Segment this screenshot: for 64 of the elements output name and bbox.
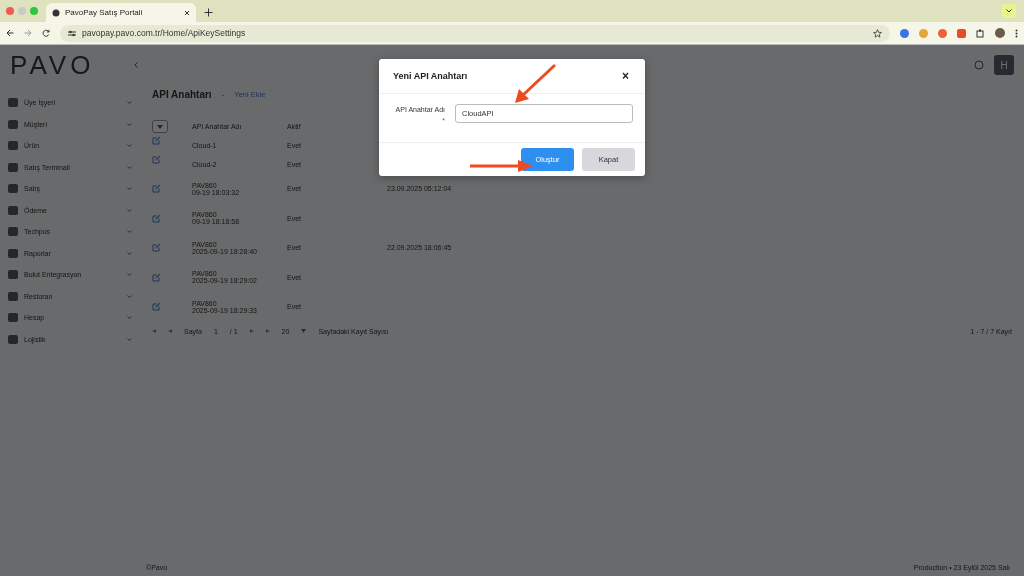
reload-icon[interactable] [42, 29, 50, 37]
user-avatar[interactable]: H [994, 55, 1014, 75]
edit-icon[interactable] [152, 184, 161, 194]
chevron-down-icon [127, 122, 132, 126]
edit-icon[interactable] [152, 272, 161, 282]
chevron-down-icon [127, 273, 132, 277]
edit-icon[interactable] [152, 243, 161, 253]
menu-icon [8, 334, 18, 344]
more-icon[interactable] [1015, 28, 1018, 38]
browser-tab[interactable]: PavoPay Satış Portali [46, 3, 196, 22]
menu-icon [8, 98, 18, 108]
window-control-dot[interactable] [6, 7, 14, 15]
annotation-arrow [470, 159, 534, 173]
chevron-down-icon [127, 230, 132, 234]
chevron-down-icon [127, 251, 132, 255]
menu-icon [8, 248, 18, 258]
chevron-left-icon[interactable] [134, 62, 139, 68]
menu-icon [8, 119, 18, 129]
edit-icon[interactable] [152, 213, 161, 223]
chevron-down-icon [127, 187, 132, 191]
menu-icon [8, 184, 18, 194]
edit-icon[interactable] [152, 155, 161, 164]
chevron-down-icon [127, 144, 132, 148]
window-control-dot[interactable] [30, 7, 38, 15]
last-page-icon[interactable] [265, 329, 270, 333]
chevron-down-icon [127, 165, 132, 169]
dialog-title: Yeni API Anahtarı [393, 71, 468, 81]
back-icon[interactable] [6, 29, 14, 37]
window-control-dot[interactable] [18, 7, 26, 15]
new-tab-icon[interactable] [204, 8, 213, 17]
menu-icon [8, 270, 18, 280]
puzzle-icon[interactable] [976, 28, 985, 38]
filter-icon [157, 124, 163, 129]
chevron-down-icon [127, 337, 132, 341]
prev-page-icon[interactable] [168, 329, 172, 333]
chevron-down-icon [127, 316, 132, 320]
chevron-down-icon [127, 294, 132, 298]
chevron-down-icon [127, 101, 132, 105]
page-title: API Anahtarı [152, 89, 212, 100]
caret-icon [301, 329, 307, 333]
address-bar[interactable]: pavopay.pavo.com.tr/Home/ApiKeySettings [60, 24, 890, 42]
star-icon[interactable] [873, 28, 882, 38]
close-icon[interactable] [184, 9, 190, 16]
first-page-icon[interactable] [152, 329, 156, 333]
chevron-down-icon [1006, 9, 1012, 13]
logo: PAVO [10, 49, 95, 81]
menu-icon [8, 313, 18, 323]
site-settings-icon [68, 29, 76, 37]
menu-icon [8, 141, 18, 151]
filter-button[interactable] [152, 120, 168, 133]
close-button[interactable]: × [620, 69, 631, 83]
tab-list-button[interactable] [1002, 4, 1016, 18]
separator-text: - [221, 90, 225, 99]
menu-icon [8, 291, 18, 301]
menu-icon [8, 227, 18, 237]
next-page-icon[interactable] [249, 329, 254, 333]
menu-icon [8, 162, 18, 172]
url-text: pavopay.pavo.com.tr/Home/ApiKeySettings [82, 28, 247, 38]
edit-icon[interactable] [152, 136, 161, 145]
chevron-down-icon [127, 208, 132, 212]
edit-icon[interactable] [152, 302, 161, 312]
profile-avatar[interactable] [995, 28, 1005, 38]
menu-icon [8, 205, 18, 215]
forward-icon[interactable] [24, 29, 32, 37]
